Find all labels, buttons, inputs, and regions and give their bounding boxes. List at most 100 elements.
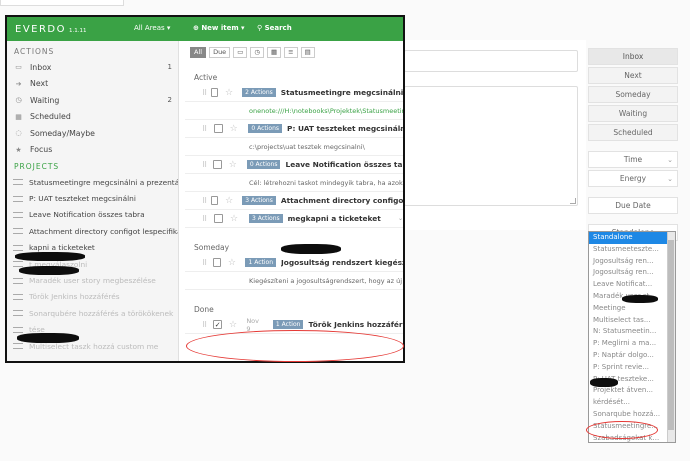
- complete-checkbox[interactable]: ✓: [213, 320, 222, 329]
- focus-star-icon[interactable]: ☆: [228, 258, 237, 268]
- dropdown-option[interactable]: Standalone: [589, 232, 667, 244]
- sidebar-project-item[interactable]: Leave Notification összes tabra: [7, 207, 178, 223]
- move-to-inbox-button[interactable]: Inbox: [588, 48, 678, 65]
- drag-handle-icon[interactable]: ⠿: [202, 321, 209, 329]
- item-title-input[interactable]: [404, 50, 578, 72]
- sidebar-item-next[interactable]: ➔ Next: [7, 76, 178, 93]
- project-note: Cél: létrehozni taskot mindegyik tabra, …: [185, 174, 403, 192]
- move-to-someday-button[interactable]: Someday: [588, 86, 678, 103]
- move-to-waiting-button[interactable]: Waiting: [588, 105, 678, 122]
- dropdown-option[interactable]: N: Statusmeetin...: [589, 326, 667, 338]
- chevron-down-icon[interactable]: ⌄: [398, 259, 403, 266]
- filter-scheduled-icon[interactable]: ▦: [267, 46, 282, 58]
- item-count: 2: [167, 96, 172, 105]
- dropdown-option[interactable]: Sonarqube hozzá...: [589, 409, 667, 421]
- project-icon: [13, 343, 23, 350]
- chevron-down-icon[interactable]: ⌄: [398, 197, 403, 204]
- sidebar-item-focus[interactable]: ★ Focus: [7, 142, 178, 159]
- filter-notes-icon[interactable]: ▤: [300, 46, 315, 58]
- dropdown-option[interactable]: P: Naptár dolgo...: [589, 350, 667, 362]
- dropdown-option[interactable]: Statusmeeteszte...: [589, 244, 667, 256]
- chevron-down-icon[interactable]: ⌄: [398, 215, 403, 222]
- drag-handle-icon[interactable]: ⠿: [202, 161, 209, 169]
- sidebar-item-label: Scheduled: [30, 112, 71, 122]
- sidebar-item-waiting[interactable]: ◷ Waiting 2: [7, 92, 178, 109]
- redaction-mark: [19, 266, 79, 275]
- dropdown-option[interactable]: Multiselect tas...: [589, 315, 667, 327]
- table-row[interactable]: ⠿ ☆ 1 Action Jogosultság rendszert kiegészí…: [185, 254, 403, 272]
- dropdown-option[interactable]: Jogosultság ren...: [589, 256, 667, 268]
- chevron-down-icon[interactable]: ⌄: [398, 161, 403, 168]
- filter-inbox-icon[interactable]: ▭: [233, 46, 248, 58]
- sidebar-item-someday-maybe[interactable]: ◌ Someday/Maybe: [7, 125, 178, 142]
- drag-handle-icon[interactable]: ⠿: [202, 125, 210, 133]
- project-title: Leave Notification összes tabra: [285, 160, 405, 169]
- plus-circle-icon: ⊕: [193, 24, 199, 32]
- focus-star-icon[interactable]: ☆: [230, 214, 240, 224]
- sidebar-project-item[interactable]: Maradék user story megbeszélése: [7, 272, 178, 288]
- focus-star-icon[interactable]: ☆: [225, 196, 233, 206]
- new-item-button[interactable]: ⊕ New item ▾: [193, 24, 245, 32]
- time-select[interactable]: Time ⌄: [588, 151, 678, 168]
- search-button[interactable]: ⚲ Search: [257, 24, 292, 32]
- scrollbar-thumb[interactable]: [668, 240, 674, 430]
- filter-due-button[interactable]: Due: [209, 46, 231, 58]
- chevron-down-icon[interactable]: ⌄: [398, 89, 403, 96]
- dropdown-option[interactable]: P: Meglirni a ma...: [589, 338, 667, 350]
- drag-handle-icon[interactable]: ⠿: [202, 215, 210, 223]
- dropdown-option[interactable]: kérdését...: [589, 397, 667, 409]
- complete-checkbox[interactable]: [211, 196, 219, 205]
- sidebar-item-scheduled[interactable]: ▦ Scheduled: [7, 109, 178, 126]
- drag-handle-icon[interactable]: ⠿: [202, 89, 207, 97]
- table-row[interactable]: ⠿ ☆ 0 Actions Leave Notification összes tab…: [185, 156, 405, 174]
- project-label: Leave Notification összes tabra: [29, 210, 145, 220]
- dropdown-option[interactable]: P: Sprint revie...: [589, 362, 667, 374]
- complete-checkbox[interactable]: [213, 124, 223, 133]
- table-row[interactable]: ⠿ ☆ 3 Actions megkapni a ticketeket ⌄: [185, 210, 403, 228]
- move-to-next-button[interactable]: Next: [588, 67, 678, 84]
- move-to-scheduled-button[interactable]: Scheduled: [588, 124, 678, 141]
- resize-grip-icon[interactable]: [570, 198, 576, 204]
- chevron-down-icon[interactable]: ⌄: [398, 125, 403, 132]
- focus-star-icon[interactable]: ☆: [225, 88, 233, 98]
- sidebar-project-item[interactable]: Statusmeetingre megcsinálni a prezentáci…: [7, 174, 178, 190]
- sidebar: ACTIONS ▭ Inbox 1 ➔ Next ◷ Waiting 2 ▦ Scheduled ◌…: [7, 41, 179, 361]
- dropdown-option[interactable]: Projektet átven...: [589, 385, 667, 397]
- sidebar-project-item[interactable]: P: UAT teszteket megcsinálni: [7, 190, 178, 206]
- project-dropdown-list[interactable]: Standalone Statusmeeteszte... Jogosultság …: [588, 231, 676, 443]
- dropdown-scrollbar[interactable]: [667, 232, 675, 442]
- project-note: Kiegészíteni a jogosultságrendszert, hog…: [185, 272, 403, 290]
- item-note-textarea[interactable]: [404, 86, 578, 206]
- sidebar-project-item[interactable]: Attachment directory configot lespecifik…: [7, 223, 178, 239]
- focus-star-icon[interactable]: ☆: [229, 320, 238, 330]
- sidebar-project-item[interactable]: Török Jenkins hozzáférés: [7, 289, 178, 305]
- project-icon: [13, 211, 23, 218]
- filter-all-button[interactable]: All: [190, 46, 207, 58]
- complete-checkbox[interactable]: [211, 88, 219, 97]
- drag-handle-icon[interactable]: ⠿: [202, 259, 209, 267]
- sidebar-project-item[interactable]: Sonarqubére hozzáférés a törökökenek: [7, 305, 178, 321]
- filter-settings-icon[interactable]: ≡: [284, 46, 298, 58]
- search-label: Search: [264, 24, 292, 32]
- drag-handle-icon[interactable]: ⠿: [202, 197, 207, 205]
- redaction-mark: [622, 295, 658, 303]
- due-date-input[interactable]: Due Date: [588, 197, 678, 214]
- focus-star-icon[interactable]: ☆: [230, 124, 240, 134]
- project-label: P: UAT teszteket megcsinálni: [29, 194, 136, 204]
- complete-checkbox[interactable]: [214, 214, 223, 223]
- dropdown-option[interactable]: Leave Notificat...: [589, 279, 667, 291]
- complete-checkbox[interactable]: [213, 160, 222, 169]
- energy-select[interactable]: Energy ⌄: [588, 170, 678, 187]
- dropdown-option[interactable]: Jogosultság ren...: [589, 267, 667, 279]
- table-row[interactable]: ⠿ ☆ 0 Actions P: UAT teszteket megcsinálni ⌄: [185, 120, 405, 138]
- filter-waiting-icon[interactable]: ◷: [250, 46, 265, 58]
- project-icon: [13, 277, 23, 284]
- table-row[interactable]: ⠿ ☆ 3 Actions Attachment directory configot…: [185, 192, 403, 210]
- table-row[interactable]: ⠿ ☆ 2 Actions Statusmeetingre megcsinálni a…: [185, 84, 403, 102]
- all-areas-dropdown[interactable]: All Areas ▾: [134, 24, 170, 32]
- dropdown-option[interactable]: Meetinge: [589, 303, 667, 315]
- focus-star-icon[interactable]: ☆: [229, 160, 238, 170]
- complete-checkbox[interactable]: [212, 258, 221, 267]
- project-title: P: UAT teszteket megcsinálni: [287, 124, 405, 133]
- sidebar-item-inbox[interactable]: ▭ Inbox 1: [7, 59, 178, 76]
